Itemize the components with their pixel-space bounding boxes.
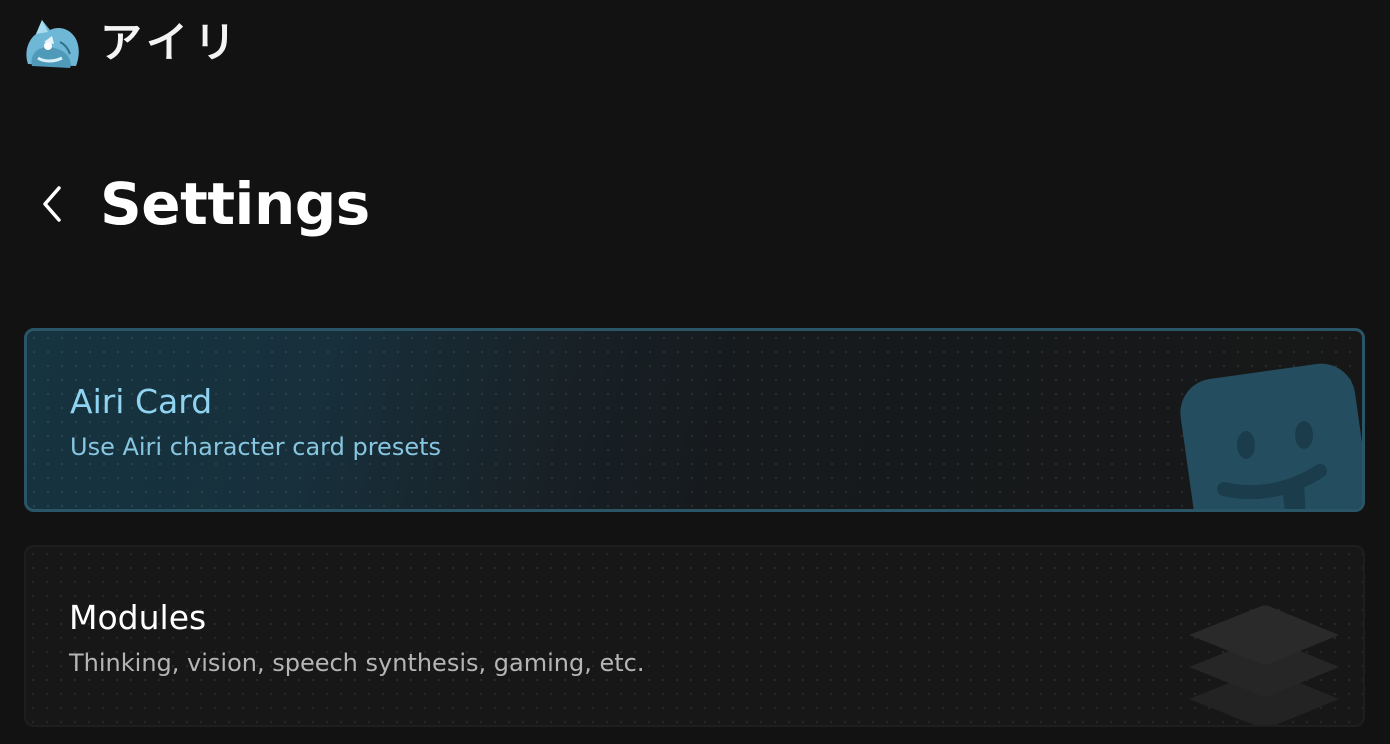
- modules-card-option[interactable]: Modules Thinking, vision, speech synthes…: [24, 545, 1365, 727]
- smiley-card-icon: [1180, 363, 1362, 509]
- page-header: Settings: [38, 175, 370, 233]
- settings-window: アイリ Settings Airi Card Use Airi characte…: [0, 0, 1390, 744]
- card-description: Use Airi character card presets: [70, 433, 442, 461]
- back-button[interactable]: [38, 182, 66, 226]
- app-name: アイリ: [100, 18, 242, 67]
- app-brand: アイリ: [20, 12, 242, 74]
- page-title: Settings: [100, 170, 370, 238]
- card-dot-pattern: [27, 331, 1362, 509]
- card-description: Thinking, vision, speech synthesis, gami…: [69, 649, 645, 677]
- layers-icon: [1189, 605, 1339, 725]
- card-dot-pattern: [26, 547, 1363, 725]
- airi-card-option[interactable]: Airi Card Use Airi character card preset…: [24, 328, 1365, 512]
- card-title: Modules: [69, 598, 207, 637]
- airi-character-logo-icon: [26, 20, 79, 68]
- card-title: Airi Card: [70, 382, 213, 421]
- chevron-left-icon: [43, 186, 61, 222]
